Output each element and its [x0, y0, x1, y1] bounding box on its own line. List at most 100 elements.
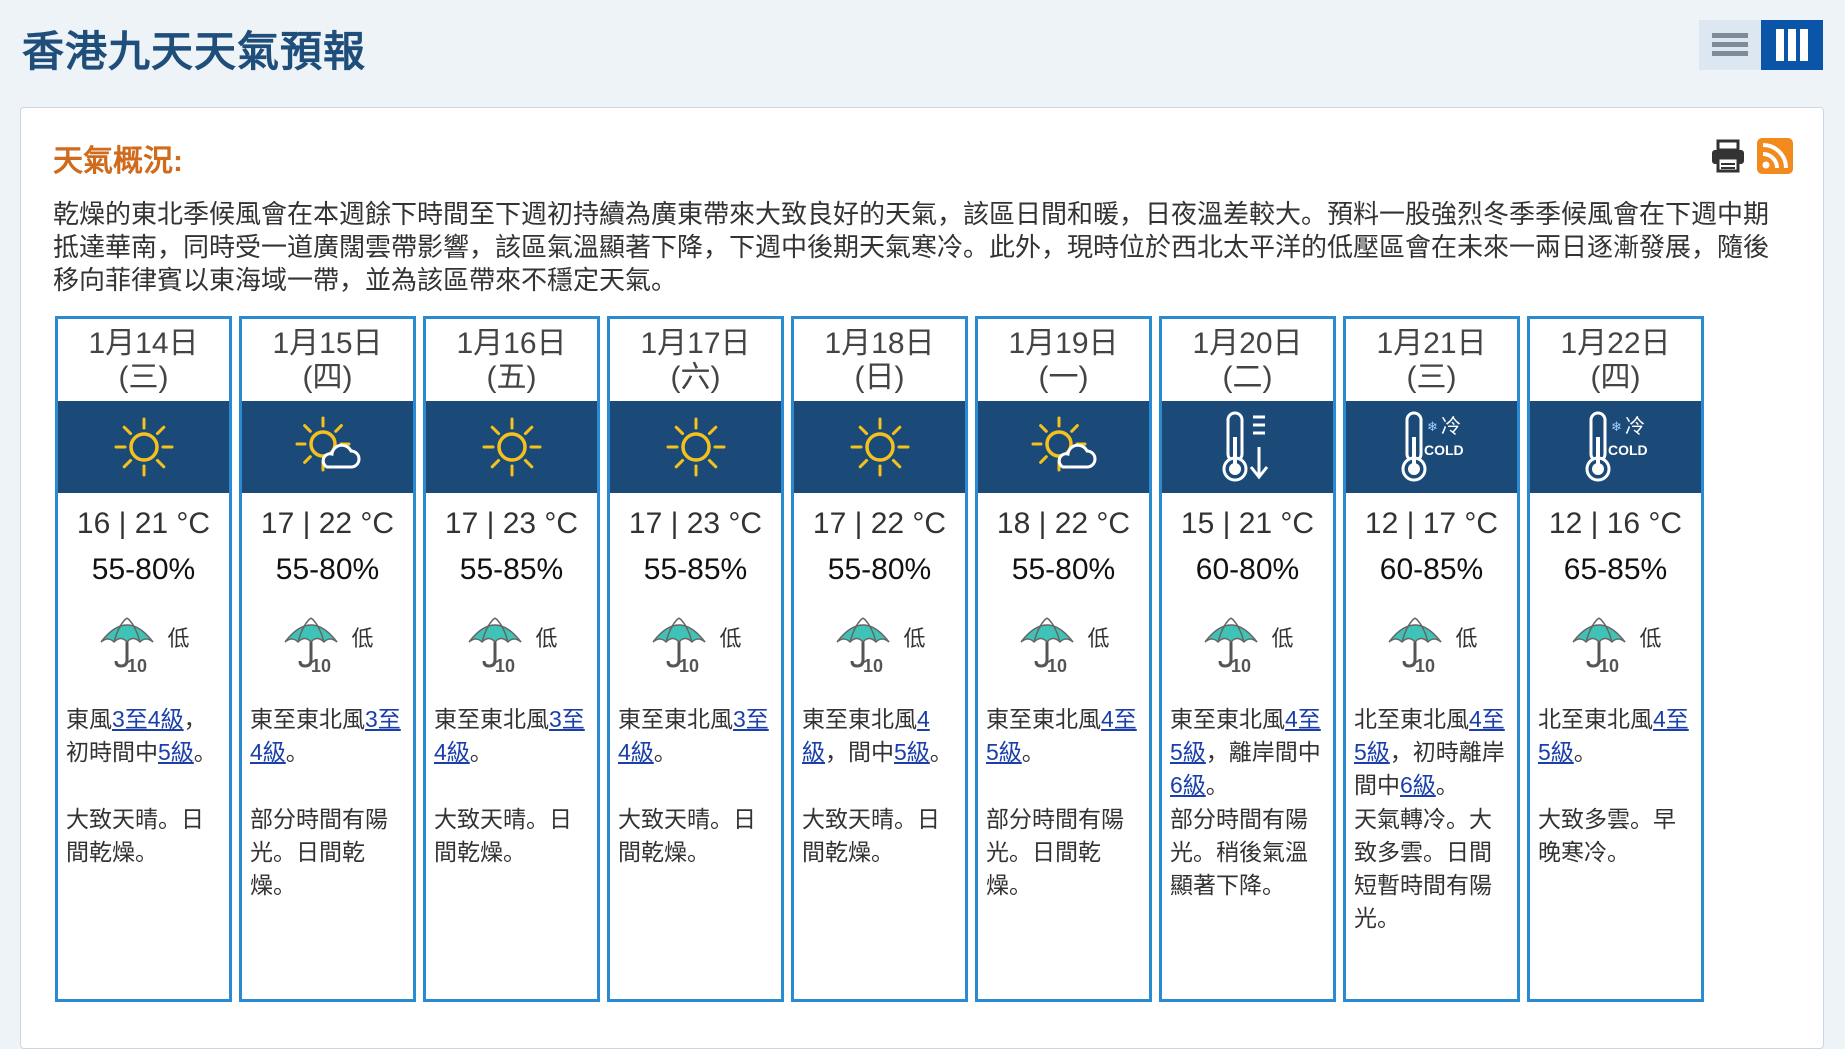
view-toggle [1699, 20, 1823, 70]
top-bar: 香港九天天氣預報 [0, 0, 1845, 100]
day-date: 1月19日 (一) [978, 319, 1149, 401]
wind-force-link[interactable]: 6級 [1400, 772, 1436, 798]
day-date: 1月17日 (六) [610, 319, 781, 401]
day-date: 1月15日 (四) [242, 319, 413, 401]
day-card: 1月20日 (二) 15 | 21 °C 60-80% 10 低東至東北風4至5級，離… [1159, 316, 1336, 1002]
rain-probability-label: 低 [903, 626, 926, 651]
weather-icon-band [58, 401, 229, 493]
print-icon[interactable] [1709, 139, 1747, 173]
rain-probability: 10 低 [242, 609, 413, 679]
wind-text-part: 。 [1205, 772, 1229, 798]
date-text: 1月22日 [1560, 327, 1671, 360]
psr-number: 10 [679, 656, 699, 674]
sunny-icon [666, 417, 725, 477]
weather-description: 天氣轉冷。大致多雲。日間短暫時間有陽光。 [1354, 806, 1492, 931]
wind-text: 北至東北風4至5級，初時離岸間中6級。 [1346, 703, 1517, 803]
wind-text-part: ，間中 [825, 739, 894, 765]
day-card: 1月21日 (三) ❄ 冷 COLD 12 | 17 °C 60-85% 10 低北至東… [1343, 316, 1520, 1002]
wind-text: 東至東北風4級，間中5級。 [794, 703, 965, 803]
wind-text-part: 東至東北風 [802, 706, 917, 732]
weather-icon-band [426, 401, 597, 493]
date-text: 1月20日 [1192, 327, 1303, 360]
weather-icon-band [242, 401, 413, 493]
date-text: 1月21日 [1376, 327, 1487, 360]
sunny-icon [850, 417, 909, 477]
temperature-range: 12 | 16 °C [1548, 507, 1683, 540]
weekday-text: (四) [1590, 361, 1641, 394]
grid-view-button[interactable] [1761, 20, 1823, 70]
wind-text-part: 。 [1435, 772, 1459, 798]
weather-icon-band: ❄ 冷 COLD [1346, 401, 1517, 493]
umbrella-icon: 10 [100, 617, 155, 674]
weather-icon-band [1162, 401, 1333, 493]
psr-number: 10 [1599, 656, 1619, 674]
weather-description: 部分時間有陽光。日間乾燥。 [986, 806, 1124, 898]
synopsis-text: 乾燥的東北季候風會在本週餘下時間至下週初持續為廣東帶來大致良好的天氣，該區日間和… [53, 199, 1770, 295]
rain-probability: 10 低 [58, 609, 229, 679]
grid-view-icon [1776, 29, 1808, 61]
psr-number: 10 [1415, 656, 1435, 674]
day-date: 1月22日 (四) [1530, 319, 1701, 401]
rain-probability: 10 低 [610, 609, 781, 679]
wind-text: 東至東北風3至4級。 [242, 703, 413, 803]
rain-probability: 10 低 [978, 609, 1149, 679]
day-card: 1月15日 (四) 17 | 22 °C 55-80% 10 低東至東北風3至4級。部… [239, 316, 416, 1002]
umbrella-icon: 10 [1388, 617, 1443, 674]
rain-probability: 10 低 [1530, 609, 1701, 679]
sunny-periods-icon [295, 416, 360, 472]
cold-cn-text: 冷 [1441, 414, 1461, 438]
wind-text-part: 東至東北風 [250, 706, 365, 732]
rain-probability-label: 低 [535, 626, 558, 651]
umbrella-icon: 10 [652, 617, 707, 674]
wind-force-link[interactable]: 5級 [894, 739, 930, 765]
psr-number: 10 [1231, 656, 1251, 674]
wind-text-part: 北至東北風 [1354, 706, 1469, 732]
temperature-range: 18 | 22 °C [996, 507, 1131, 540]
umbrella-icon: 10 [836, 617, 891, 674]
list-view-icon [1712, 33, 1748, 56]
forecast-days: 1月14日 (三) 16 | 21 °C 55-80% 10 低東風3至4級，初時間中… [55, 316, 1704, 1002]
list-view-button[interactable] [1699, 20, 1761, 70]
humidity-range: 60-85% [1379, 553, 1484, 586]
temperature-range: 15 | 21 °C [1180, 507, 1315, 540]
rain-probability-label: 低 [1087, 626, 1110, 651]
weather-description: 大致多雲。早晚寒冷。 [1538, 806, 1676, 865]
rain-probability-label: 低 [1639, 626, 1662, 651]
day-date: 1月21日 (三) [1346, 319, 1517, 401]
date-text: 1月18日 [824, 327, 935, 360]
rain-probability-label: 低 [1455, 626, 1478, 651]
page-title: 香港九天天氣預報 [22, 28, 367, 75]
humidity-range: 55-80% [275, 553, 380, 586]
day-date: 1月16日 (五) [426, 319, 597, 401]
wind-text-part: 東至東北風 [434, 706, 549, 732]
sunny-periods-icon [1031, 416, 1096, 472]
wind-force-link[interactable]: 6級 [1170, 772, 1206, 798]
wind-text-part: 東至東北風 [986, 706, 1101, 732]
wind-force-link[interactable]: 5級 [158, 739, 194, 765]
weather-description: 大致天晴。日間乾燥。 [66, 806, 204, 865]
wind-force-link[interactable]: 3至4級 [112, 706, 184, 732]
day-date: 1月18日 (日) [794, 319, 965, 401]
rss-icon[interactable] [1757, 138, 1793, 174]
wind-text-part: 東至東北風 [618, 706, 733, 732]
weather-description: 大致天晴。日間乾燥。 [802, 806, 940, 865]
date-text: 1月19日 [1008, 327, 1119, 360]
umbrella-icon: 10 [1020, 617, 1075, 674]
weather-description: 部分時間有陽光。日間乾燥。 [250, 806, 388, 898]
date-text: 1月16日 [456, 327, 567, 360]
svg-text:❄: ❄ [1611, 420, 1622, 435]
weekday-text: (三) [1406, 361, 1457, 394]
humidity-range: 65-85% [1563, 553, 1668, 586]
temperature-range: 17 | 22 °C [260, 507, 395, 540]
rain-probability: 10 低 [1346, 609, 1517, 679]
wind-text-part: ，離岸間中 [1205, 739, 1321, 765]
sunny-icon [482, 417, 541, 477]
cold-icon: ❄ 冷 COLD [1401, 411, 1463, 482]
psr-number: 10 [311, 656, 331, 674]
wind-text-part: 。 [653, 739, 677, 765]
umbrella-icon: 10 [1204, 617, 1259, 674]
rain-probability-label: 低 [719, 626, 742, 651]
sunny-icon [114, 417, 173, 477]
weekday-text: (五) [486, 361, 537, 394]
humidity-range: 60-80% [1195, 553, 1300, 586]
